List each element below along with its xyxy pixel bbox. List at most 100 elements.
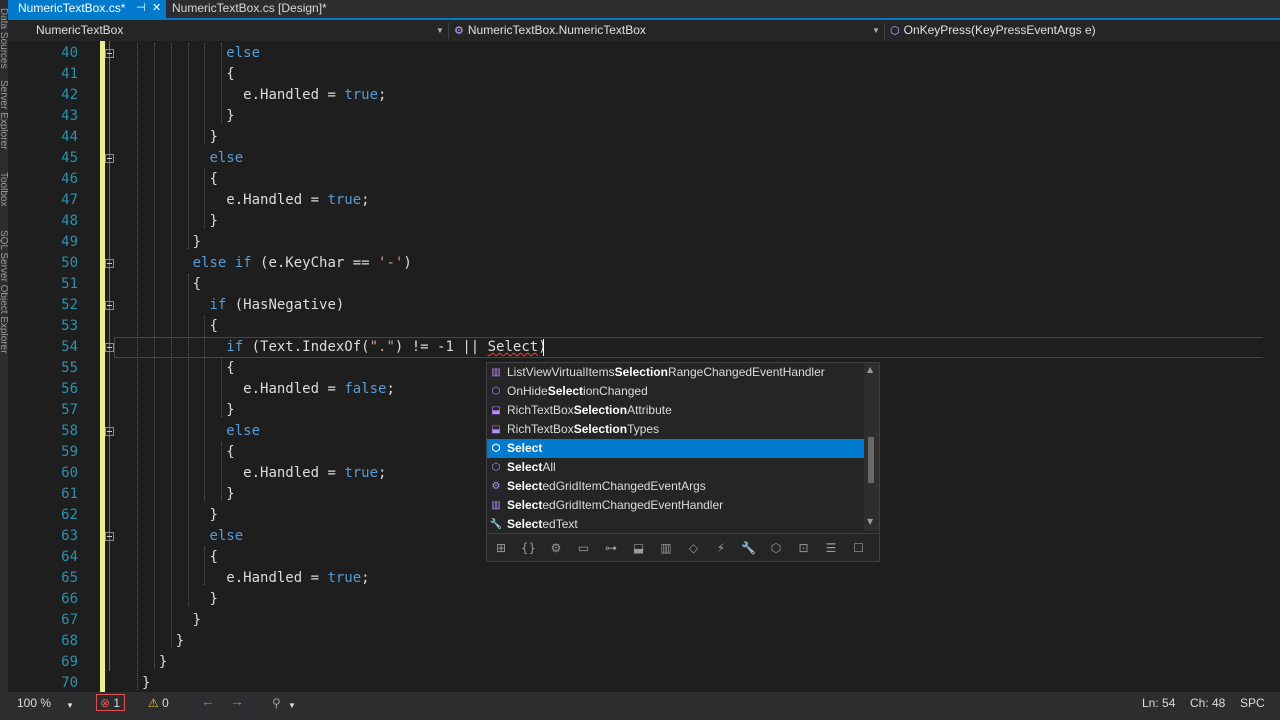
code-line[interactable]: { (193, 274, 201, 295)
code-line[interactable]: else (209, 148, 243, 169)
code-line[interactable]: } (209, 211, 217, 232)
snippets-filter-icon[interactable]: ☐ (850, 539, 868, 557)
line-number: 47 (61, 192, 78, 208)
code-token: ) != -1 || (394, 339, 488, 355)
delegates-filter-icon[interactable]: ▥ (657, 539, 675, 557)
completion-item[interactable]: ⬓ RichTextBoxSelectionTypes (487, 420, 865, 439)
code-line[interactable]: } (209, 505, 217, 526)
code-line[interactable]: } (209, 589, 217, 610)
line-number: 50 (61, 255, 78, 271)
code-line[interactable]: e.Handled = false; (243, 379, 395, 400)
project-dropdown[interactable]: NumericTextBox ▼ (36, 21, 446, 41)
type-dropdown[interactable]: ⚙ NumericTextBox.NumericTextBox ▼ (454, 21, 882, 41)
scroll-down-icon[interactable]: ▼ (867, 517, 873, 526)
close-icon[interactable]: ✕ (152, 0, 161, 17)
completion-item[interactable]: ⬡ OnHideSelectionChanged (487, 382, 865, 401)
collapse-icon[interactable] (105, 259, 114, 268)
navigate-back-icon[interactable]: ← (201, 693, 215, 709)
intellisense-completion-list[interactable]: ▥ ListViewVirtualItemsSelectionRangeChang… (486, 362, 880, 562)
collapse-icon[interactable] (105, 301, 114, 310)
code-line[interactable]: } (226, 484, 234, 505)
collapse-icon[interactable] (105, 343, 114, 352)
column-indicator[interactable]: Ch: 48 (1190, 695, 1225, 711)
namespaces-filter-icon[interactable]: {} (520, 539, 538, 557)
code-line[interactable]: } (209, 127, 217, 148)
matched-text: Select (507, 498, 543, 512)
chevron-down-icon[interactable]: ▼ (66, 698, 74, 714)
code-token: true (344, 465, 379, 481)
item-text: RangeChangedEventHandler (667, 365, 825, 379)
collapse-icon[interactable] (105, 154, 114, 163)
properties-filter-icon[interactable]: 🔧 (740, 539, 758, 557)
locals-filter-icon[interactable]: ⊞ (492, 539, 510, 557)
completion-scrollbar[interactable]: ▲ ▼ (864, 363, 879, 531)
navigate-forward-icon[interactable]: → (230, 693, 244, 709)
code-line[interactable]: { (226, 64, 234, 85)
code-token: { (226, 444, 235, 460)
collapse-icon[interactable] (105, 427, 114, 436)
tool-window-tab[interactable]: SQL Server Object Explorer (0, 230, 8, 354)
methods-filter-icon[interactable]: ⬡ (767, 539, 785, 557)
code-line[interactable]: e.Handled = true; (226, 190, 369, 211)
code-line[interactable]: { (226, 442, 234, 463)
interfaces-filter-icon[interactable]: ⊶ (602, 539, 620, 557)
code-line[interactable]: else (209, 526, 243, 547)
code-line[interactable]: else (226, 421, 260, 442)
warning-count-badge[interactable]: ⚠ 0 (148, 695, 169, 711)
code-line[interactable]: } (176, 631, 184, 652)
code-line[interactable]: } (226, 400, 234, 421)
code-line[interactable]: } (193, 610, 201, 631)
code-line[interactable]: { (226, 358, 234, 379)
matched-text: Select (547, 384, 584, 398)
completion-item[interactable]: 🔧 SelectedText (487, 515, 865, 534)
code-line[interactable]: { (209, 169, 217, 190)
code-line[interactable]: if (Text.IndexOf(".") != -1 || Select) (226, 337, 546, 358)
git-branch-icon[interactable]: ⚲ (272, 695, 281, 711)
code-line[interactable]: { (209, 547, 217, 568)
completion-item[interactable]: ⬡ Select (487, 439, 865, 458)
scroll-up-icon[interactable]: ▲ (867, 365, 873, 374)
zoom-level[interactable]: 100 % (17, 695, 51, 711)
structures-filter-icon[interactable]: ▭ (575, 539, 593, 557)
code-line[interactable]: else (226, 43, 260, 64)
code-line[interactable]: else if (e.KeyChar == '-') (193, 253, 412, 274)
line-number: 64 (61, 549, 78, 565)
completion-item[interactable]: ⬡ SelectAll (487, 458, 865, 477)
collapse-icon[interactable] (105, 49, 114, 58)
classes-filter-icon[interactable]: ⚙ (547, 539, 565, 557)
code-line[interactable]: } (193, 232, 201, 253)
line-indicator[interactable]: Ln: 54 (1142, 695, 1175, 711)
tool-window-tab[interactable]: Toolbox (0, 172, 8, 206)
pin-icon[interactable]: ⊣ (136, 0, 146, 17)
scroll-thumb[interactable] (868, 437, 874, 483)
code-line[interactable]: e.Handled = true; (243, 463, 386, 484)
code-line[interactable]: if (HasNegative) (209, 295, 344, 316)
chevron-down-icon: ▼ (872, 26, 880, 35)
completion-item[interactable]: ⚙ SelectedGridItemChangedEventArgs (487, 477, 865, 496)
code-line[interactable]: e.Handled = true; (226, 568, 369, 589)
code-line[interactable]: { (209, 316, 217, 337)
code-line[interactable]: } (226, 106, 234, 127)
error-count-badge[interactable]: ⊗ 1 (96, 694, 126, 711)
keywords-filter-icon[interactable]: ☰ (822, 539, 840, 557)
tab-numerictextbox-cs[interactable]: NumericTextBox.cs* ⊣ ✕ (8, 0, 166, 18)
code-line[interactable]: e.Handled = true; (243, 85, 386, 106)
tool-window-tab[interactable]: Server Explorer (0, 80, 8, 149)
code-line[interactable]: } (142, 673, 150, 692)
events-filter-icon[interactable]: ⚡ (712, 539, 730, 557)
extension-methods-filter-icon[interactable]: ⊡ (795, 539, 813, 557)
modules-filter-icon[interactable]: ◇ (685, 539, 703, 557)
whitespace-mode[interactable]: SPC (1240, 695, 1265, 711)
enums-filter-icon[interactable]: ⬓ (630, 539, 648, 557)
completion-item[interactable]: ⬓ RichTextBoxSelectionAttribute (487, 401, 865, 420)
code-line[interactable]: } (159, 652, 167, 673)
completion-item[interactable]: ▥ ListViewVirtualItemsSelectionRangeChang… (487, 363, 865, 382)
editor-scrollbar[interactable] (1263, 41, 1280, 692)
tool-window-tab[interactable]: Data Sources (0, 8, 8, 69)
collapse-icon[interactable] (105, 532, 114, 541)
completion-item[interactable]: ▥ SelectedGridItemChangedEventHandler (487, 496, 865, 515)
member-dropdown[interactable]: ⬡ OnKeyPress(KeyPressEventArgs e) (890, 21, 1250, 41)
tab-numerictextbox-design[interactable]: NumericTextBox.cs [Design]* (172, 0, 327, 18)
chevron-down-icon[interactable]: ▼ (288, 698, 296, 714)
line-number: 46 (61, 171, 78, 187)
